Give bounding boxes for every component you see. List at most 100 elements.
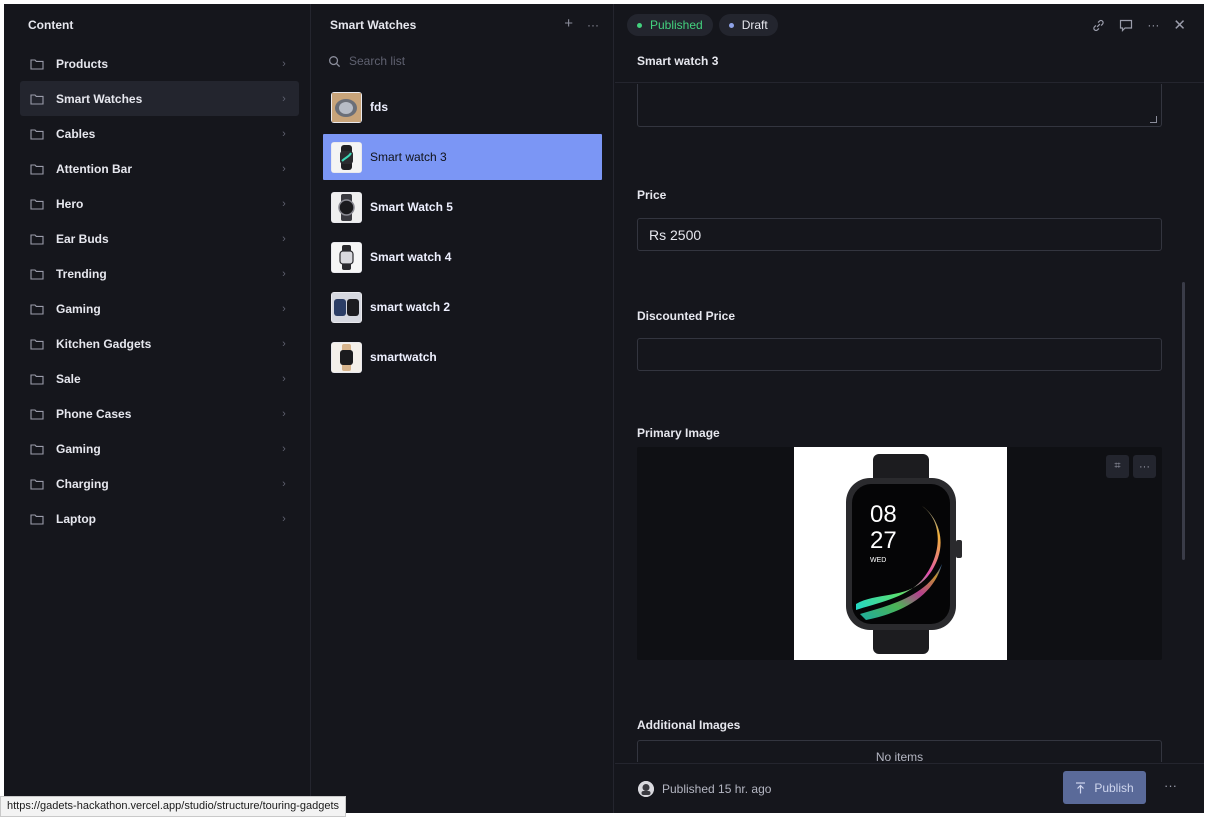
sidebar-item[interactable]: Gaming › — [20, 431, 299, 466]
sidebar-item-label: Kitchen Gadgets — [56, 336, 152, 351]
document-thumbnail — [331, 141, 362, 173]
form-scrollbar[interactable] — [1182, 282, 1185, 560]
document-footer: Published 15 hr. ago Publish ··· — [615, 763, 1204, 813]
crop-icon[interactable]: ⌗ — [1106, 455, 1129, 478]
link-icon[interactable] — [1092, 19, 1105, 32]
sidebar-item-label: Smart Watches — [56, 91, 143, 106]
draft-dot-icon — [728, 22, 734, 28]
chevron-right-icon: › — [282, 57, 286, 70]
document-status-bar: Published Draft — [627, 14, 778, 36]
document-list-item[interactable]: smartwatch — [323, 334, 602, 380]
footer-more-icon[interactable]: ··· — [1164, 778, 1177, 793]
folder-icon — [30, 443, 44, 455]
discounted-price-input[interactable] — [637, 338, 1162, 371]
folder-icon — [30, 128, 44, 140]
document-thumbnail — [331, 241, 362, 273]
chevron-right-icon: › — [282, 162, 286, 175]
publish-button[interactable]: Publish — [1063, 771, 1146, 804]
folder-icon — [30, 93, 44, 105]
search-input[interactable] — [349, 54, 579, 68]
watch-hour: 08 — [870, 501, 897, 528]
sidebar-item-label: Trending — [56, 266, 107, 281]
chevron-right-icon: › — [282, 232, 286, 245]
sidebar-item[interactable]: Attention Bar › — [20, 151, 299, 186]
avatar — [638, 781, 654, 797]
chevron-right-icon: › — [282, 92, 286, 105]
resize-handle-icon[interactable] — [1150, 116, 1157, 123]
sidebar-item[interactable]: Sale › — [20, 361, 299, 396]
chevron-right-icon: › — [282, 127, 286, 140]
document-form: Price Discounted Price Primary Image — [637, 84, 1162, 762]
more-options-icon[interactable]: ··· — [1147, 18, 1159, 32]
folder-icon — [30, 198, 44, 210]
header-divider — [615, 82, 1204, 83]
search-icon — [329, 55, 341, 67]
publish-status: Published 15 hr. ago — [638, 781, 771, 797]
plus-icon[interactable]: + — [564, 15, 573, 35]
price-input[interactable] — [637, 218, 1162, 251]
sidebar-item-label: Attention Bar — [56, 161, 132, 176]
primary-image-field[interactable]: 08 27 WED ⌗ ··· — [637, 447, 1162, 660]
comment-icon[interactable] — [1119, 19, 1133, 32]
sidebar-item[interactable]: Laptop › — [20, 501, 299, 536]
chevron-right-icon: › — [282, 302, 286, 315]
image-more-icon[interactable]: ··· — [1133, 455, 1156, 478]
sidebar-item[interactable]: Smart Watches › — [20, 81, 299, 116]
sidebar-item-label: Phone Cases — [56, 406, 132, 421]
watch-minute: 27 — [870, 527, 897, 554]
document-list-item[interactable]: fds — [323, 84, 602, 130]
sidebar-item[interactable]: Charging › — [20, 466, 299, 501]
sidebar-item[interactable]: Products › — [20, 46, 299, 81]
draft-version-pill[interactable]: Draft — [718, 14, 778, 36]
price-label: Price — [637, 188, 667, 202]
description-textarea[interactable] — [637, 84, 1162, 127]
document-label: Smart Watch 5 — [370, 200, 453, 214]
publish-label: Publish — [1094, 780, 1134, 795]
additional-images-array[interactable]: No items — [637, 740, 1162, 762]
chevron-right-icon: › — [282, 407, 286, 420]
document-list-item[interactable]: smart watch 2 — [323, 284, 602, 330]
studio-window: Content Products › Smart Watches › Cables › At… — [4, 4, 1204, 813]
smartwatch-image: 08 27 WED — [845, 453, 962, 654]
sidebar-item[interactable]: Trending › — [20, 256, 299, 291]
chevron-right-icon: › — [282, 512, 286, 525]
published-label: Published — [650, 18, 703, 32]
folder-icon — [30, 233, 44, 245]
sidebar-item[interactable]: Cables › — [20, 116, 299, 151]
sidebar-item[interactable]: Gaming › — [20, 291, 299, 326]
chevron-right-icon: › — [282, 442, 286, 455]
document-actions: ··· ✕ — [1092, 16, 1186, 34]
document-list-item[interactable]: Smart watch 4 — [323, 234, 602, 280]
close-icon[interactable]: ✕ — [1173, 16, 1186, 34]
sidebar-item-label: Gaming — [56, 301, 101, 316]
watch-day: WED — [870, 557, 886, 564]
document-thumbnail — [331, 191, 362, 223]
draft-label: Draft — [741, 18, 768, 32]
sidebar-item-label: Products — [56, 56, 109, 71]
document-label: fds — [370, 100, 388, 114]
sidebar-item-label: Sale — [56, 371, 81, 386]
sidebar-item[interactable]: Phone Cases › — [20, 396, 299, 431]
sidebar-item-label: Cables — [56, 126, 96, 141]
sidebar-item[interactable]: Kitchen Gadgets › — [20, 326, 299, 361]
folder-icon — [30, 373, 44, 385]
additional-images-label: Additional Images — [637, 718, 741, 732]
published-version-pill[interactable]: Published — [627, 14, 713, 36]
document-label: Smart watch 3 — [370, 150, 447, 164]
document-thumbnail — [331, 341, 362, 373]
document-list: fds Smart watch 3 Smart Watch 5 Smart watch… — [323, 84, 602, 384]
sidebar-item-label: Laptop — [56, 511, 96, 526]
document-title: Smart watch 3 — [637, 54, 719, 68]
document-list-item[interactable]: Smart watch 3 — [323, 134, 602, 180]
document-list-item[interactable]: Smart Watch 5 — [323, 184, 602, 230]
ellipsis-icon[interactable]: ··· — [587, 15, 599, 35]
document-label: Smart watch 4 — [370, 250, 452, 264]
primary-image-label: Primary Image — [637, 426, 720, 440]
document-label: smart watch 2 — [370, 300, 451, 314]
content-type-list: Products › Smart Watches › Cables › Attention … — [20, 46, 299, 536]
sidebar-item[interactable]: Hero › — [20, 186, 299, 221]
document-list-pane: Smart Watches + ··· fds Smart watch 3 Smar… — [312, 4, 614, 813]
folder-icon — [30, 58, 44, 70]
sidebar-item[interactable]: Ear Buds › — [20, 221, 299, 256]
discounted-price-label: Discounted Price — [637, 309, 736, 323]
